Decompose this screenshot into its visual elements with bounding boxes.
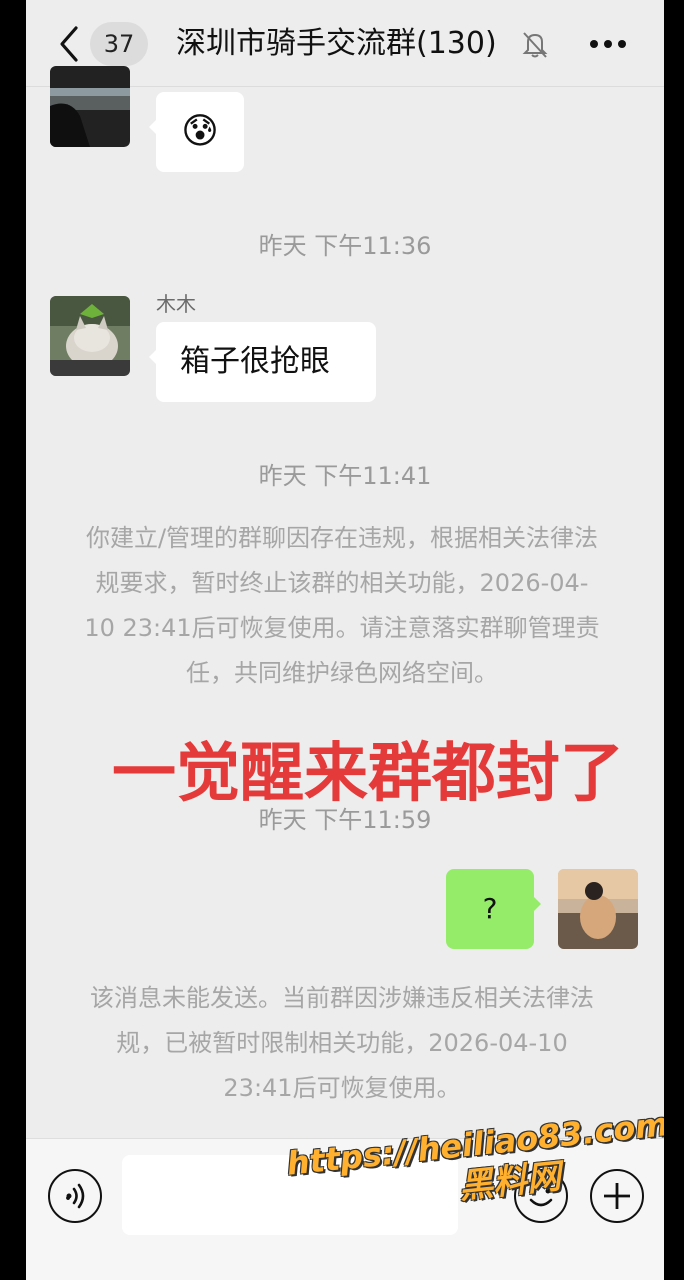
message-text: 箱子很抢眼	[180, 344, 330, 379]
bubble-tail	[140, 348, 158, 366]
overlay-caption: 一觉醒来群都封了	[112, 737, 624, 811]
avatar-self[interactable]	[558, 869, 638, 949]
system-notice: 你建立/管理的群聊因存在违规，根据相关法律法规要求，暂时终止该群的相关功能，20…	[84, 524, 600, 687]
own-message-text: ?	[482, 892, 498, 925]
emoji-anxious: 😰	[181, 111, 219, 152]
chat-title[interactable]: 深圳市骑手交流群(130)	[176, 20, 520, 68]
chat-screen: 37 深圳市骑手交流群(130) 😰 昨天 下午11:36 木木 箱子很抢眼 昨…	[26, 0, 664, 1280]
system-notice: 该消息未能发送。当前群因涉嫌违反相关法律法规，已被暂时限制相关功能，2026-0…	[90, 984, 594, 1102]
sender-name: 木木	[156, 292, 196, 316]
bell-off-icon	[522, 32, 548, 58]
message-bubble-emoji[interactable]: 😰	[149, 92, 244, 172]
back-arrow-icon[interactable]	[56, 24, 84, 64]
avatar-mumu[interactable]	[50, 296, 130, 376]
timestamp: 昨天 下午11:36	[258, 232, 432, 260]
own-message-bubble[interactable]: ?	[446, 869, 541, 949]
avatar-member-1[interactable]	[50, 66, 130, 147]
more-dots-icon[interactable]	[588, 38, 628, 50]
bubble-tail	[532, 895, 550, 913]
voice-icon[interactable]	[48, 1169, 102, 1223]
timestamp: 昨天 下午11:41	[258, 462, 432, 490]
message-bubble[interactable]: 箱子很抢眼	[149, 322, 376, 402]
unread-count-badge[interactable]: 37	[90, 22, 148, 66]
bubble-tail	[140, 118, 158, 136]
